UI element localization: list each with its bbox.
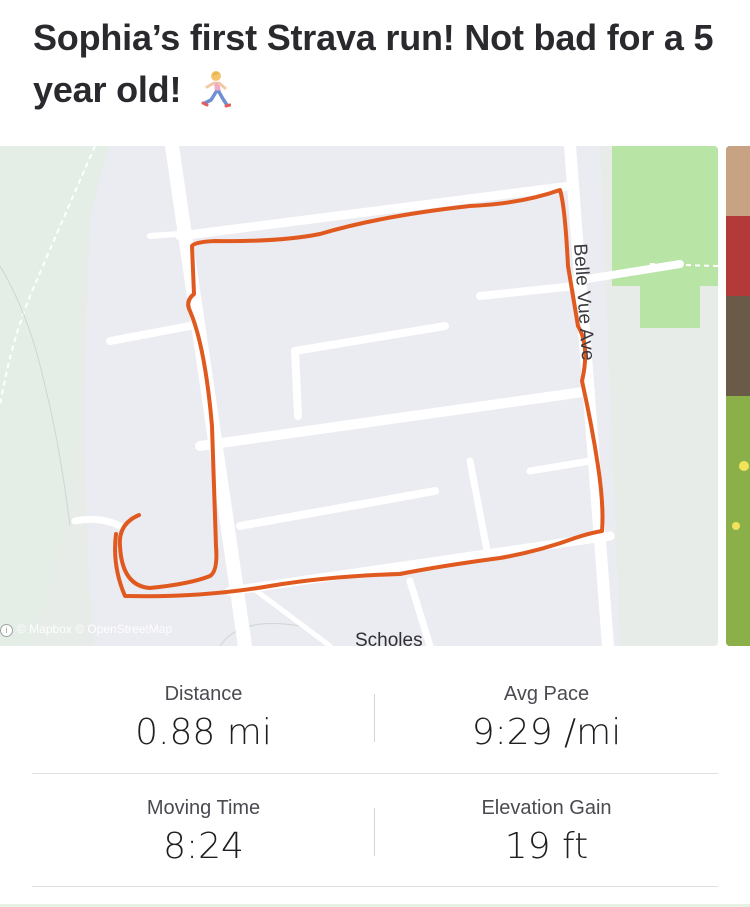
stats-row-2: Moving Time 8:24 Elevation Gain 19 ft <box>32 774 718 887</box>
stat-label: Moving Time <box>146 797 261 819</box>
woman-running-icon <box>197 70 232 122</box>
stat-value: 8:24 <box>163 826 244 867</box>
stat-label: Elevation Gain <box>481 797 612 819</box>
area-label-scholes: Scholes <box>355 630 423 646</box>
post-title-text: Sophia’s first Strava run! Not bad for a… <box>33 17 714 110</box>
stat-value: 19 ft <box>504 826 589 867</box>
stat-label: Avg Pace <box>503 683 590 705</box>
route-map[interactable]: Belle Vue Ave Scholes <box>0 146 718 646</box>
map-attribution: i © Mapbox © OpenStreetMap <box>0 622 172 637</box>
stat-avg-pace: Avg Pace 9:29 /mi <box>375 660 718 754</box>
stat-value: 0.88 mi <box>135 712 272 753</box>
stat-distance: Distance 0.88 mi <box>32 660 375 754</box>
activity-stats: Distance 0.88 mi Avg Pace 9:29 /mi Movin… <box>32 660 718 887</box>
stat-value: 9:29 /mi <box>471 712 622 753</box>
stat-label: Distance <box>164 683 243 705</box>
stats-row-1: Distance 0.88 mi Avg Pace 9:29 /mi <box>32 660 718 774</box>
activity-photo[interactable] <box>726 146 750 646</box>
stat-elevation-gain: Elevation Gain 19 ft <box>375 774 718 868</box>
post-title: Sophia’s first Strava run! Not bad for a… <box>33 12 723 122</box>
info-icon[interactable]: i <box>0 624 13 637</box>
stat-moving-time: Moving Time 8:24 <box>32 774 375 868</box>
